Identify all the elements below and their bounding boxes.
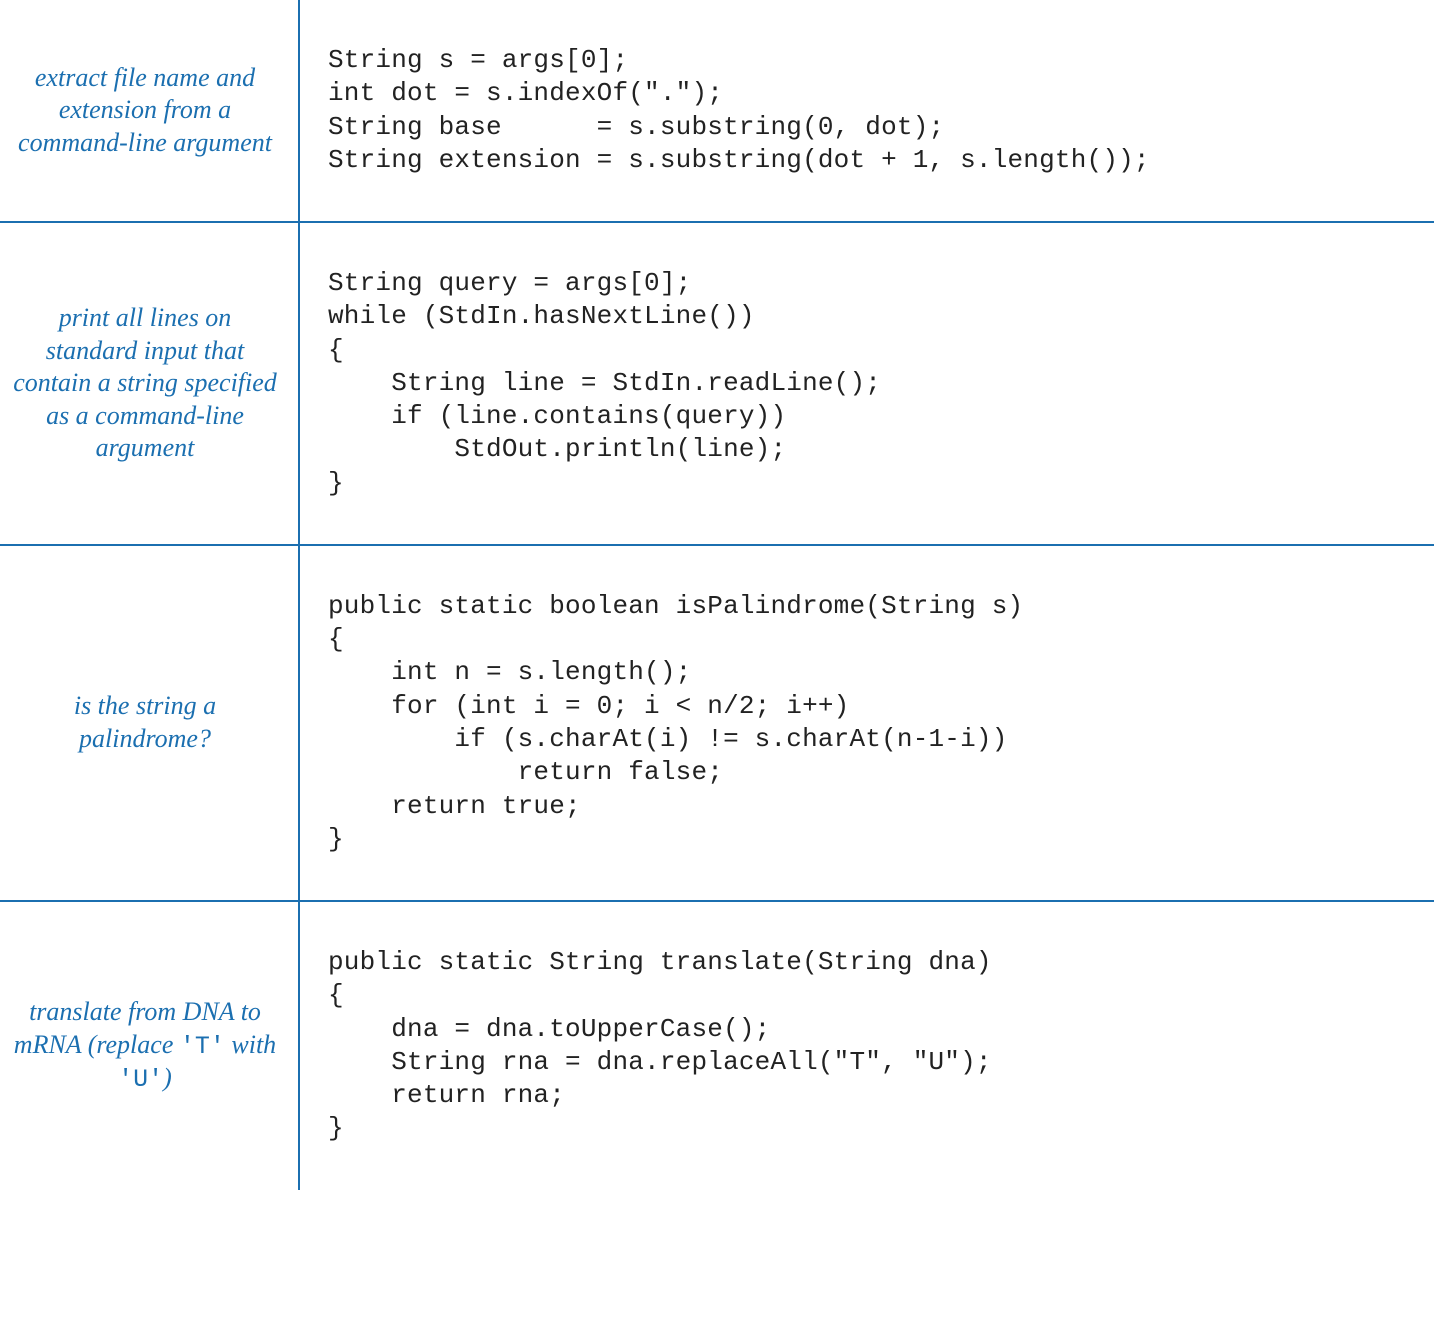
code-block: public static String translate(String dn… [328,946,1406,1146]
example-row-dna-translate: translate from DNA to mRNA (replace 'T' … [0,902,1434,1190]
code-block: String query = args[0]; while (StdIn.has… [328,267,1406,500]
description-cell: is the string a palindrome? [0,546,300,900]
description-text: print all lines on standard input that c… [12,302,278,465]
example-row-palindrome: is the string a palindrome? public stati… [0,546,1434,902]
description-text: translate from DNA to mRNA (replace 'T' … [12,996,278,1095]
description-cell: extract file name and extension from a c… [0,0,300,221]
example-row-print-lines: print all lines on standard input that c… [0,223,1434,546]
code-cell: public static String translate(String dn… [300,902,1434,1190]
code-examples-table: extract file name and extension from a c… [0,0,1434,1190]
code-block: String s = args[0]; int dot = s.indexOf(… [328,44,1406,177]
code-block: public static boolean isPalindrome(Strin… [328,590,1406,856]
description-text: is the string a palindrome? [12,690,278,755]
example-row-extract-filename: extract file name and extension from a c… [0,0,1434,223]
code-cell: public static boolean isPalindrome(Strin… [300,546,1434,900]
code-cell: String s = args[0]; int dot = s.indexOf(… [300,0,1434,221]
description-cell: translate from DNA to mRNA (replace 'T' … [0,902,300,1190]
description-cell: print all lines on standard input that c… [0,223,300,544]
code-cell: String query = args[0]; while (StdIn.has… [300,223,1434,544]
description-text: extract file name and extension from a c… [12,62,278,160]
